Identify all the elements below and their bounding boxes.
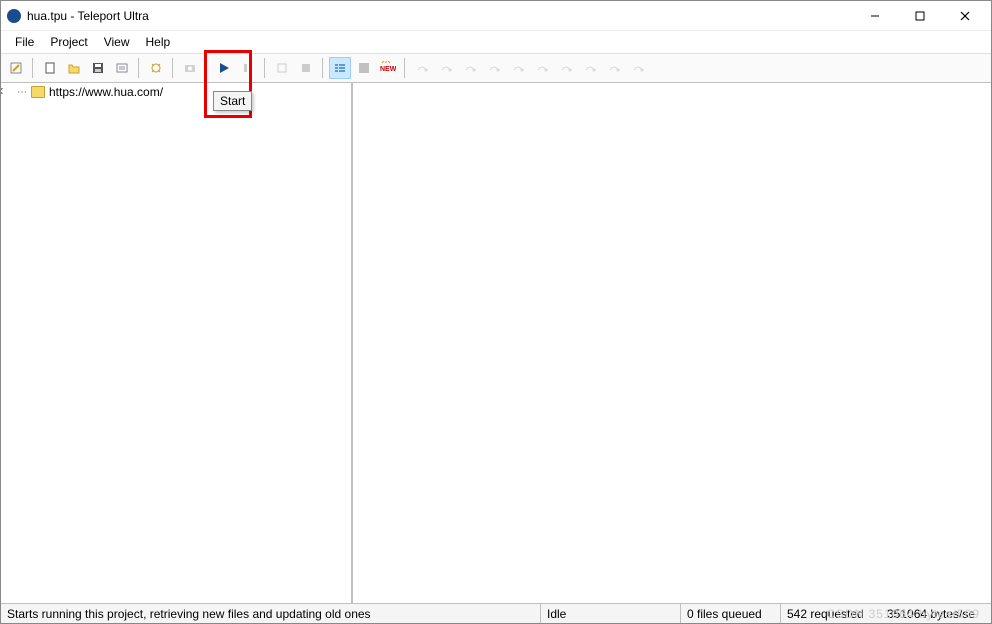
separator xyxy=(404,58,406,78)
edit-icon[interactable] xyxy=(5,57,27,79)
menubar: File Project View Help xyxy=(1,31,991,53)
status-queued: 0 files queued xyxy=(681,604,781,623)
separator xyxy=(264,58,266,78)
details-view-icon[interactable] xyxy=(353,57,375,79)
app-window: hua.tpu - Teleport Ultra File Project Vi… xyxy=(0,0,992,624)
status-state: Idle xyxy=(541,604,681,623)
separator xyxy=(138,58,140,78)
app-icon xyxy=(7,9,21,23)
thread-2-icon xyxy=(435,57,457,79)
file-list-pane xyxy=(353,83,991,603)
separator xyxy=(32,58,34,78)
menu-view[interactable]: View xyxy=(96,33,138,51)
status-bytes: 351064 bytes/se xyxy=(881,604,991,623)
start-button[interactable] xyxy=(213,57,235,79)
thread-9-icon xyxy=(603,57,625,79)
tree-close-icon[interactable]: ✕ xyxy=(1,85,4,98)
toolbar: NEW xyxy=(1,53,991,83)
properties-icon[interactable] xyxy=(111,57,133,79)
separator xyxy=(206,58,208,78)
window-controls xyxy=(852,2,987,30)
separator xyxy=(322,58,324,78)
list-view-icon[interactable] xyxy=(329,57,351,79)
status-message: Starts running this project, retrieving … xyxy=(1,604,541,623)
pause-button xyxy=(237,57,259,79)
new-address-icon[interactable] xyxy=(145,57,167,79)
maximize-button[interactable] xyxy=(897,2,942,30)
menu-help[interactable]: Help xyxy=(138,33,179,51)
window-title: hua.tpu - Teleport Ultra xyxy=(27,9,852,23)
stop-icon xyxy=(295,57,317,79)
titlebar: hua.tpu - Teleport Ultra xyxy=(1,1,991,31)
open-icon[interactable] xyxy=(63,57,85,79)
svg-text:NEW: NEW xyxy=(380,66,396,73)
thread-6-icon xyxy=(531,57,553,79)
thread-7-icon xyxy=(555,57,577,79)
tree-pane: ✕ ⋯ https://www.hua.com/ xyxy=(1,83,353,603)
minimize-button[interactable] xyxy=(852,2,897,30)
stop-outline-icon xyxy=(271,57,293,79)
start-tooltip: Start xyxy=(213,91,252,111)
statusbar: Starts running this project, retrieving … xyxy=(1,603,991,623)
menu-project[interactable]: Project xyxy=(42,33,95,51)
tree-root-item[interactable]: ⋯ https://www.hua.com/ xyxy=(1,83,351,101)
close-button[interactable] xyxy=(942,2,987,30)
thread-4-icon xyxy=(483,57,505,79)
tree-collapse-icon[interactable]: ⋯ xyxy=(17,87,27,98)
thread-3-icon xyxy=(459,57,481,79)
new-badge-icon[interactable]: NEW xyxy=(377,57,399,79)
save-icon[interactable] xyxy=(87,57,109,79)
new-icon[interactable] xyxy=(39,57,61,79)
thread-10-icon xyxy=(627,57,649,79)
folder-icon xyxy=(31,86,45,98)
tree-item-label: https://www.hua.com/ xyxy=(49,85,163,99)
menu-file[interactable]: File xyxy=(7,33,42,51)
camera-icon xyxy=(179,57,201,79)
status-requested: 542 requested xyxy=(781,604,881,623)
separator xyxy=(172,58,174,78)
thread-1-icon xyxy=(411,57,433,79)
thread-8-icon xyxy=(579,57,601,79)
thread-5-icon xyxy=(507,57,529,79)
content-area: ✕ ⋯ https://www.hua.com/ xyxy=(1,83,991,603)
